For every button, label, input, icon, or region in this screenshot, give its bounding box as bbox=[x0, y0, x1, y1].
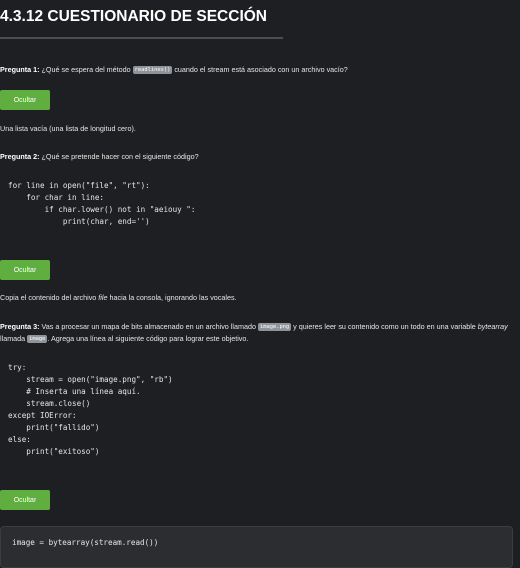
question-1-text-after: cuando el stream está asociado con un ar… bbox=[172, 65, 348, 74]
question-3: Pregunta 3: Vas a procesar un mapa de bi… bbox=[0, 321, 510, 345]
answer-1: Una lista vacía (una lista de longitud c… bbox=[0, 124, 136, 133]
inline-code-readlines: readlines() bbox=[132, 66, 173, 74]
hide-answer-3-button[interactable]: Ocultar bbox=[0, 490, 50, 510]
page-title: 4.3.12 CUESTIONARIO DE SECCIÓN bbox=[0, 8, 268, 25]
answer-2-text-after: hacia la consola, ignorando las vocales. bbox=[107, 293, 237, 302]
question-3-text-1: Vas a procesar un mapa de bits almacenad… bbox=[39, 322, 258, 331]
question-3-text-3: llamada bbox=[0, 334, 28, 343]
question-3-bytearray: bytearray bbox=[477, 322, 508, 331]
question-2: Pregunta 2: ¿Qué se pretende hacer con e… bbox=[0, 152, 510, 162]
answer-3-code: image = bytearray(stream.read()) bbox=[12, 538, 159, 547]
question-3-text-4: . Agrega una línea al siguiente código p… bbox=[47, 334, 249, 343]
question-3-code: try: stream = open("image.png", "rb") # … bbox=[8, 363, 173, 456]
question-1-label: Pregunta 1: bbox=[0, 65, 40, 74]
inline-code-image: image bbox=[27, 335, 48, 343]
question-1: Pregunta 1: ¿Qué se espera del método re… bbox=[0, 65, 510, 75]
answer-2-filename: file bbox=[98, 293, 108, 302]
question-3-label: Pregunta 3: bbox=[0, 322, 40, 331]
inline-code-image-png: image.png bbox=[257, 323, 292, 331]
question-1-text-before: ¿Qué se espera del método bbox=[39, 65, 133, 74]
answer-2-text-before: Copia el contenido del archivo bbox=[0, 293, 99, 302]
hide-answer-2-button[interactable]: Ocultar bbox=[0, 260, 50, 280]
question-2-code: for line in open("file", "rt"): for char… bbox=[8, 181, 196, 226]
question-2-text: ¿Qué se pretende hacer con el siguiente … bbox=[39, 152, 199, 161]
hide-answer-1-button[interactable]: Ocultar bbox=[0, 90, 50, 110]
title-underline bbox=[0, 37, 283, 39]
answer-3-code-block: image = bytearray(stream.read()) bbox=[0, 526, 513, 568]
answer-2: Copia el contenido del archivo file haci… bbox=[0, 293, 237, 303]
question-3-text-2: y quieres leer su contenido como un todo… bbox=[291, 322, 478, 331]
question-2-label: Pregunta 2: bbox=[0, 152, 40, 161]
